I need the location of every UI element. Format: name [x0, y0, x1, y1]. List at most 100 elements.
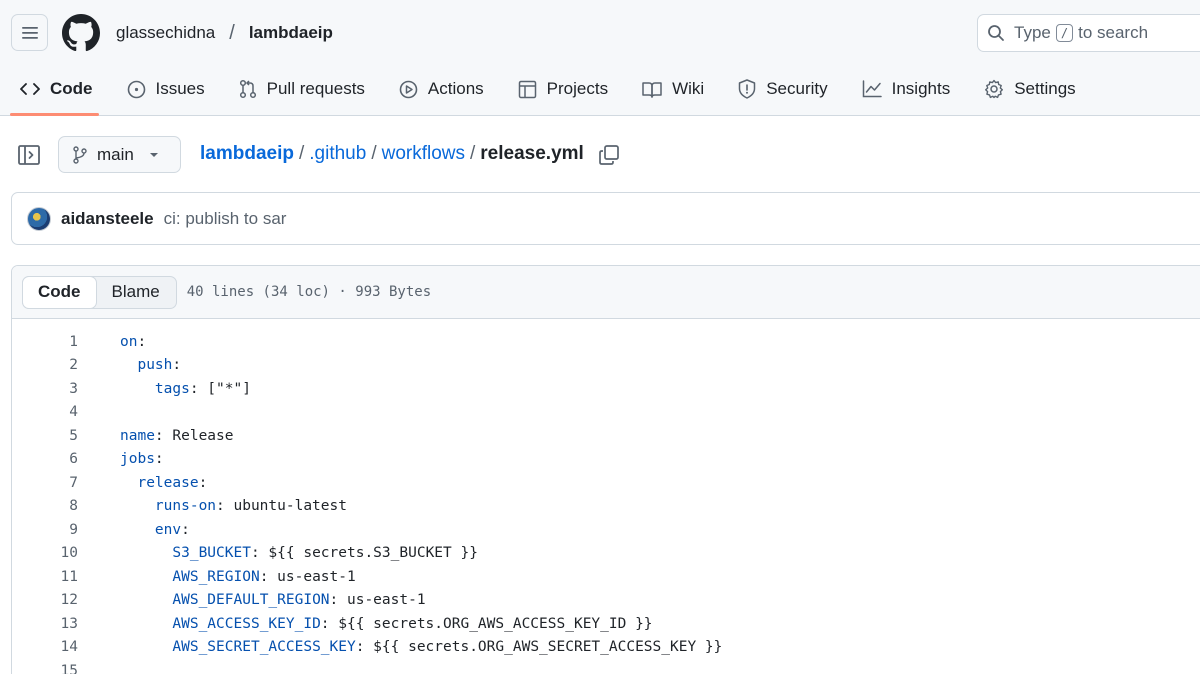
- code-line: 14 AWS_SECRET_ACCESS_KEY: ${{ secrets.OR…: [12, 636, 1200, 660]
- line-content: AWS_REGION: us-east-1: [120, 568, 356, 585]
- line-number[interactable]: 2: [12, 357, 78, 373]
- code-line: 3 tags: ["*"]: [12, 377, 1200, 401]
- yaml-value: :: [172, 357, 182, 374]
- sidebar-expand-icon[interactable]: [17, 143, 41, 167]
- path-github-link[interactable]: .github: [309, 143, 366, 165]
- line-number[interactable]: 10: [12, 545, 78, 561]
- line-number[interactable]: 7: [12, 475, 78, 491]
- copy-path-icon[interactable]: [598, 144, 620, 166]
- path-file-name: release.yml: [480, 143, 584, 164]
- search-placeholder-after: to search: [1078, 23, 1149, 42]
- tab-projects[interactable]: Projects: [498, 66, 622, 112]
- yaml-key: name: [120, 427, 155, 444]
- tab-label: Insights: [891, 79, 951, 98]
- line-content: name: Release: [120, 428, 234, 444]
- line-content: push:: [120, 357, 181, 373]
- repo-link[interactable]: lambdaeip: [249, 23, 333, 43]
- graph-icon: [862, 80, 882, 98]
- yaml-value: : ${{ secrets.ORG_AWS_ACCESS_KEY_ID }}: [320, 615, 653, 632]
- search-shortcut-key: /: [1055, 24, 1074, 42]
- line-number[interactable]: 15: [12, 663, 78, 674]
- gear-icon: [985, 79, 1004, 99]
- tab-actions[interactable]: Actions: [379, 66, 498, 112]
- tab-security[interactable]: Security: [718, 66, 841, 112]
- line-content: on:: [120, 334, 146, 350]
- branch-icon: [73, 145, 87, 164]
- yaml-key: release: [137, 474, 199, 491]
- tab-settings[interactable]: Settings: [964, 66, 1089, 112]
- tab-label: Actions: [427, 79, 484, 98]
- line-number[interactable]: 13: [12, 616, 78, 632]
- tab-pull-requests[interactable]: Pull requests: [219, 66, 379, 112]
- latest-commit-bar: aidansteele ci: publish to sar: [11, 192, 1200, 245]
- yaml-key: jobs: [120, 451, 155, 468]
- branch-selector[interactable]: main: [58, 136, 181, 173]
- play-icon: [399, 80, 418, 98]
- line-content: AWS_SECRET_ACCESS_KEY: ${{ secrets.ORG_A…: [120, 639, 722, 655]
- line-number[interactable]: 5: [12, 428, 78, 444]
- tab-code[interactable]: Code: [0, 66, 107, 116]
- code-line: 1 on:: [12, 330, 1200, 354]
- code-view-button[interactable]: Code: [22, 275, 97, 309]
- yaml-value: : Release: [154, 427, 234, 444]
- tab-label: Settings: [1014, 79, 1076, 98]
- github-logo-icon[interactable]: [62, 14, 100, 52]
- book-icon: [642, 81, 662, 98]
- yaml-value: : ["*"]: [189, 380, 251, 397]
- commit-author[interactable]: aidansteele: [61, 209, 154, 229]
- yaml-value: :: [137, 333, 147, 350]
- line-number[interactable]: 11: [12, 569, 78, 585]
- yaml-value: : ${{ secrets.S3_BUCKET }}: [250, 545, 478, 562]
- yaml-value: :: [198, 474, 208, 491]
- breadcrumb-separator: /: [229, 21, 235, 44]
- line-number[interactable]: 4: [12, 404, 78, 420]
- code-line: 9 env:: [12, 518, 1200, 542]
- line-content: env:: [120, 522, 190, 538]
- path-separator: /: [470, 143, 476, 164]
- line-number[interactable]: 14: [12, 639, 78, 655]
- tab-label: Projects: [546, 79, 609, 98]
- line-number[interactable]: 9: [12, 522, 78, 538]
- avatar[interactable]: [27, 206, 51, 231]
- yaml-key: AWS_SECRET_ACCESS_KEY: [172, 639, 356, 656]
- path-repo-link[interactable]: lambdaeip: [200, 143, 294, 165]
- search-input[interactable]: Type / to search: [977, 14, 1200, 52]
- code-line: 12 AWS_DEFAULT_REGION: us-east-1: [12, 589, 1200, 613]
- line-number[interactable]: 8: [12, 498, 78, 514]
- yaml-value: : ubuntu-latest: [216, 498, 347, 515]
- line-content: release:: [120, 475, 207, 491]
- search-icon: [988, 25, 1004, 41]
- yaml-key: S3_BUCKET: [172, 545, 251, 562]
- path-workflows-link[interactable]: workflows: [382, 143, 465, 165]
- line-number[interactable]: 12: [12, 592, 78, 608]
- issue-icon: [127, 80, 145, 98]
- path-separator: /: [371, 143, 377, 164]
- shield-icon: [738, 79, 756, 99]
- code-line: 6 jobs:: [12, 448, 1200, 472]
- owner-link[interactable]: glassechidna: [116, 23, 215, 43]
- yaml-value: :: [181, 521, 190, 538]
- tab-insights[interactable]: Insights: [842, 66, 965, 112]
- tab-issues[interactable]: Issues: [107, 66, 219, 112]
- line-content: AWS_ACCESS_KEY_ID: ${{ secrets.ORG_AWS_A…: [120, 615, 653, 632]
- yaml-key: env: [154, 521, 182, 538]
- line-number[interactable]: 3: [12, 381, 78, 397]
- yaml-value: : us-east-1: [329, 592, 426, 609]
- blame-view-button[interactable]: Blame: [96, 277, 176, 308]
- menu-button[interactable]: [11, 14, 48, 51]
- tab-wiki[interactable]: Wiki: [622, 66, 718, 112]
- yaml-value: : us-east-1: [259, 568, 356, 585]
- commit-message[interactable]: ci: publish to sar: [164, 209, 287, 229]
- repo-breadcrumb: glassechidna / lambdaeip: [116, 20, 333, 46]
- path-separator: /: [298, 143, 305, 164]
- search-placeholder-before: Type: [1014, 23, 1051, 42]
- line-number[interactable]: 1: [12, 334, 78, 350]
- yaml-value: :: [154, 451, 164, 468]
- line-number[interactable]: 6: [12, 451, 78, 467]
